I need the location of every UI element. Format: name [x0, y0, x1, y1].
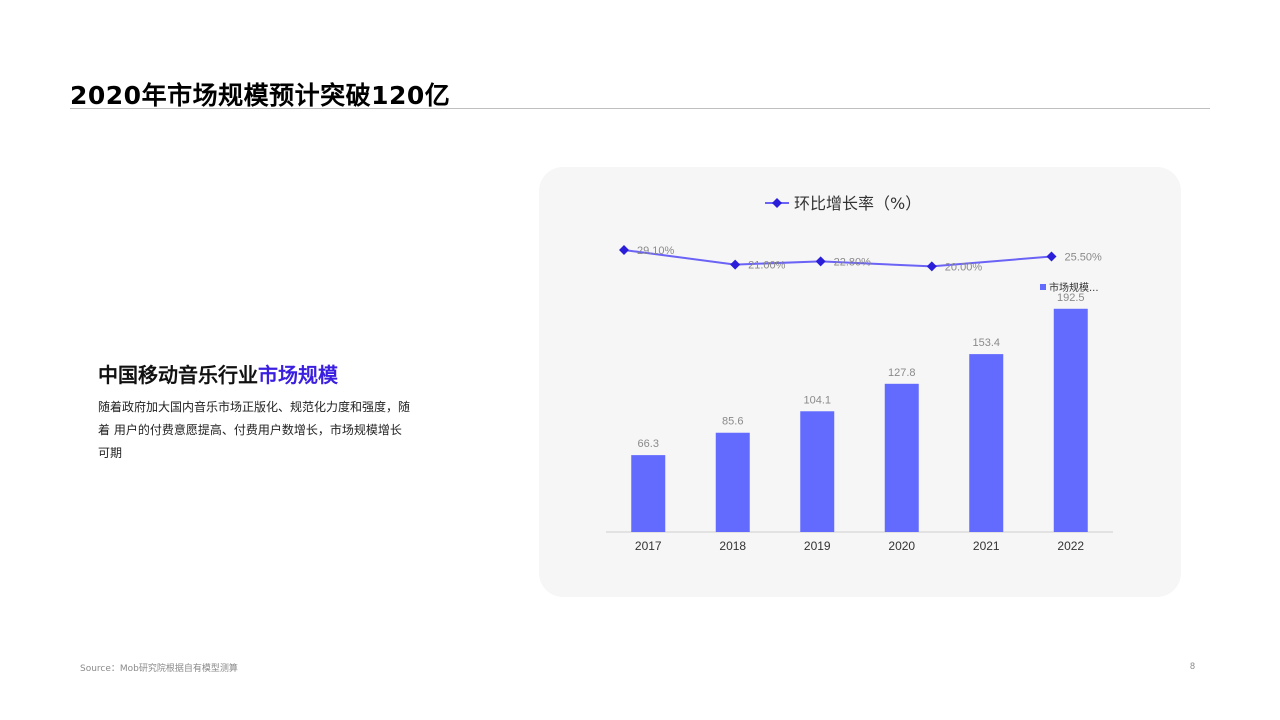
section-heading: 中国移动音乐行业市场规模: [98, 359, 338, 388]
source-note: Source：Mob研究院根据自有模型测算: [80, 664, 238, 674]
x-tick-label-2020: 2020: [888, 539, 915, 553]
bar-2017: [631, 455, 666, 532]
legend-bar-swatch: [1040, 284, 1046, 290]
bar-value-label-2021: 153.4: [972, 337, 1000, 349]
bar-2020: [884, 383, 919, 532]
legend-bar-label: 市场规模...: [1049, 281, 1099, 294]
x-tick-label-2019: 2019: [804, 539, 831, 553]
bar-2022: [1053, 308, 1088, 532]
bar-2021: [969, 354, 1004, 532]
section-heading-accent: 市场规模: [258, 363, 338, 387]
x-tick-label-2017: 2017: [635, 539, 662, 553]
section-body-text: 随着政府加大国内音乐市场正版化、规范化力度和强度，随着 用户的付费意愿提高、付费…: [98, 400, 411, 460]
growth-rate-marker-1: [730, 259, 741, 270]
growth-rate-label-0: 29.10%: [637, 245, 675, 257]
bar-value-label-2017: 66.3: [638, 438, 659, 450]
growth-rate-label-4: 25.50%: [1065, 251, 1103, 263]
bar-2019: [800, 411, 835, 532]
growth-rate-label-1: 21.00%: [748, 260, 786, 272]
bar-value-label-2018: 85.6: [722, 416, 743, 428]
x-tick-label-2021: 2021: [973, 539, 1000, 553]
page-number: 8: [1190, 661, 1196, 671]
slide-title: 2020年市场规模预计突破120亿: [70, 81, 451, 110]
market-size-chart: 66.3 2017 85.6 2018 104.1 2019 127.8 2020 153.4 2…: [606, 194, 1113, 553]
growth-rate-marker-0: [619, 245, 629, 255]
chart-card: 66.3 2017 85.6 2018 104.1 2019 127.8 2020 153.4 2…: [539, 167, 1181, 597]
growth-rate-label-2: 22.80%: [834, 256, 872, 268]
title-divider: [70, 108, 1210, 109]
bar-value-label-2019: 104.1: [803, 394, 831, 406]
x-tick-label-2022: 2022: [1057, 539, 1084, 553]
bar-2018: [715, 432, 750, 532]
growth-rate-marker-3: [926, 261, 937, 272]
legend-line-label: 环比增长率（%）: [794, 194, 921, 213]
bar-value-label-2020: 127.8: [888, 367, 916, 379]
growth-rate-marker-4: [1046, 251, 1057, 262]
growth-rate-label-3: 20.00%: [945, 261, 983, 273]
growth-rate-marker-2: [815, 256, 826, 267]
x-tick-label-2018: 2018: [719, 539, 746, 553]
legend-line-marker: [772, 198, 782, 208]
section-heading-main: 中国移动音乐行业: [98, 363, 258, 387]
